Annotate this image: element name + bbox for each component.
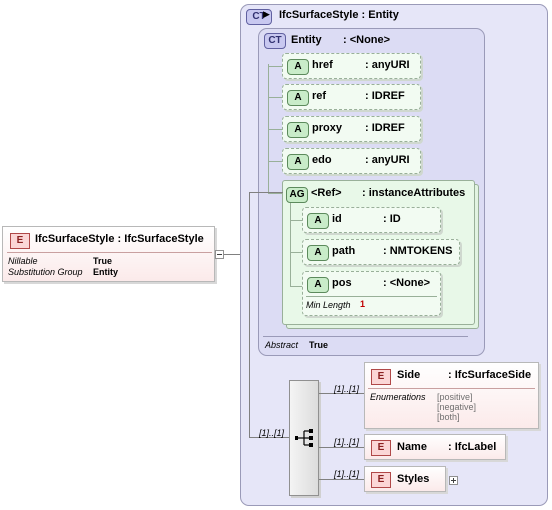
attribute-href[interactable]: A href : anyURI bbox=[282, 53, 421, 79]
side-cardinality: [1]..[1] bbox=[334, 384, 360, 394]
attribute-name: proxy bbox=[312, 122, 342, 134]
prop-nillable-value: True bbox=[93, 256, 113, 266]
connector bbox=[249, 192, 250, 438]
attribute-badge: A bbox=[287, 59, 309, 75]
attribute-group-type: : instanceAttributes bbox=[362, 187, 466, 199]
connector bbox=[319, 447, 364, 448]
element-type: : IfcLabel bbox=[448, 441, 497, 453]
enumeration-value: [both] bbox=[437, 412, 460, 422]
connector bbox=[249, 192, 283, 193]
attribute-name: edo bbox=[312, 154, 332, 166]
connector bbox=[268, 129, 282, 130]
prop-subst-value: Entity bbox=[93, 267, 119, 277]
attribute-name: path bbox=[332, 245, 356, 257]
element-badge: E bbox=[10, 233, 30, 249]
attribute-badge: A bbox=[307, 245, 329, 261]
root-element-label: IfcSurfaceStyle : IfcSurfaceStyle bbox=[35, 233, 204, 245]
element-name-node[interactable]: E Name : IfcLabel bbox=[364, 434, 506, 460]
attribute-badge: A bbox=[307, 213, 329, 229]
sequence-compositor[interactable] bbox=[289, 380, 319, 496]
element-styles[interactable]: E Styles bbox=[364, 466, 446, 492]
attribute-name: id bbox=[332, 213, 342, 225]
connector bbox=[268, 161, 282, 162]
element-type: : IfcSurfaceSide bbox=[448, 369, 532, 381]
attribute-name: pos bbox=[332, 277, 352, 289]
attribute-type: : anyURI bbox=[365, 59, 410, 71]
attribute-type: : ID bbox=[383, 213, 401, 225]
element-name: Side bbox=[397, 369, 421, 381]
divider bbox=[7, 252, 212, 253]
connector bbox=[290, 252, 302, 253]
attribute-badge: A bbox=[307, 277, 329, 293]
attribute-name: href bbox=[312, 59, 333, 71]
facet-name: Min Length bbox=[306, 300, 351, 310]
attribute-badge: A bbox=[287, 154, 309, 170]
expand-toggle[interactable] bbox=[449, 476, 458, 485]
connector bbox=[319, 479, 364, 480]
element-badge: E bbox=[371, 472, 391, 488]
base-type-type: : <None> bbox=[343, 34, 391, 46]
root-element[interactable]: E IfcSurfaceStyle : IfcSurfaceStyle Nill… bbox=[2, 226, 215, 282]
attribute-group-name: <Ref> bbox=[311, 187, 342, 199]
attribute-type: : NMTOKENS bbox=[383, 245, 453, 257]
divider bbox=[306, 296, 437, 297]
complex-type-arrow-icon: ▶ bbox=[263, 9, 270, 19]
divider bbox=[263, 336, 468, 337]
prop-subst-name: Substitution Group bbox=[8, 267, 83, 277]
attribute-type: : <None> bbox=[383, 277, 431, 289]
prop-nillable-name: Nillable bbox=[8, 256, 38, 266]
enumeration-value: [negative] bbox=[437, 402, 477, 412]
attribute-type: : IDREF bbox=[365, 122, 405, 134]
sequence-icon bbox=[295, 429, 313, 447]
connector bbox=[290, 286, 302, 287]
connector bbox=[290, 203, 291, 287]
element-badge: E bbox=[371, 440, 391, 456]
connector bbox=[268, 193, 282, 194]
attribute-badge: A bbox=[287, 90, 309, 106]
attribute-name: ref bbox=[312, 90, 327, 102]
divider bbox=[368, 388, 535, 389]
attribute-path[interactable]: A path : NMTOKENS bbox=[302, 239, 460, 265]
element-name: Styles bbox=[397, 473, 430, 485]
facet-value: 1 bbox=[360, 299, 366, 309]
styles-cardinality: [1]..[1] bbox=[334, 469, 360, 479]
attribute-badge: A bbox=[287, 122, 309, 138]
connector bbox=[268, 66, 282, 67]
enumerations-label: Enumerations bbox=[370, 392, 426, 402]
element-badge: E bbox=[371, 369, 391, 385]
base-type-name: Entity bbox=[291, 34, 322, 46]
enumeration-value: [positive] bbox=[437, 392, 473, 402]
attribute-type: : anyURI bbox=[365, 154, 410, 166]
connector bbox=[268, 97, 282, 98]
connector bbox=[224, 254, 240, 255]
attribute-ref[interactable]: A ref : IDREF bbox=[282, 84, 421, 110]
abstract-name: Abstract bbox=[265, 340, 299, 350]
attribute-group-badge: AG bbox=[286, 187, 308, 203]
complex-type-title: IfcSurfaceStyle : Entity bbox=[279, 9, 399, 21]
element-side[interactable]: E Side : IfcSurfaceSide Enumerations [po… bbox=[364, 362, 539, 429]
attribute-id[interactable]: A id : ID bbox=[302, 207, 441, 233]
attribute-proxy[interactable]: A proxy : IDREF bbox=[282, 116, 421, 142]
sequence-cardinality: [1]..[1] bbox=[259, 428, 285, 438]
attribute-pos[interactable]: A pos : <None> Min Length 1 bbox=[302, 271, 441, 316]
attribute-type: : IDREF bbox=[365, 90, 405, 102]
base-type-badge: CT bbox=[264, 33, 286, 49]
name-cardinality: [1]..[1] bbox=[334, 437, 360, 447]
attribute-edo[interactable]: A edo : anyURI bbox=[282, 148, 421, 174]
element-name: Name bbox=[397, 441, 427, 453]
collapse-toggle[interactable] bbox=[215, 250, 224, 259]
abstract-value: True bbox=[309, 340, 329, 350]
connector bbox=[290, 220, 302, 221]
